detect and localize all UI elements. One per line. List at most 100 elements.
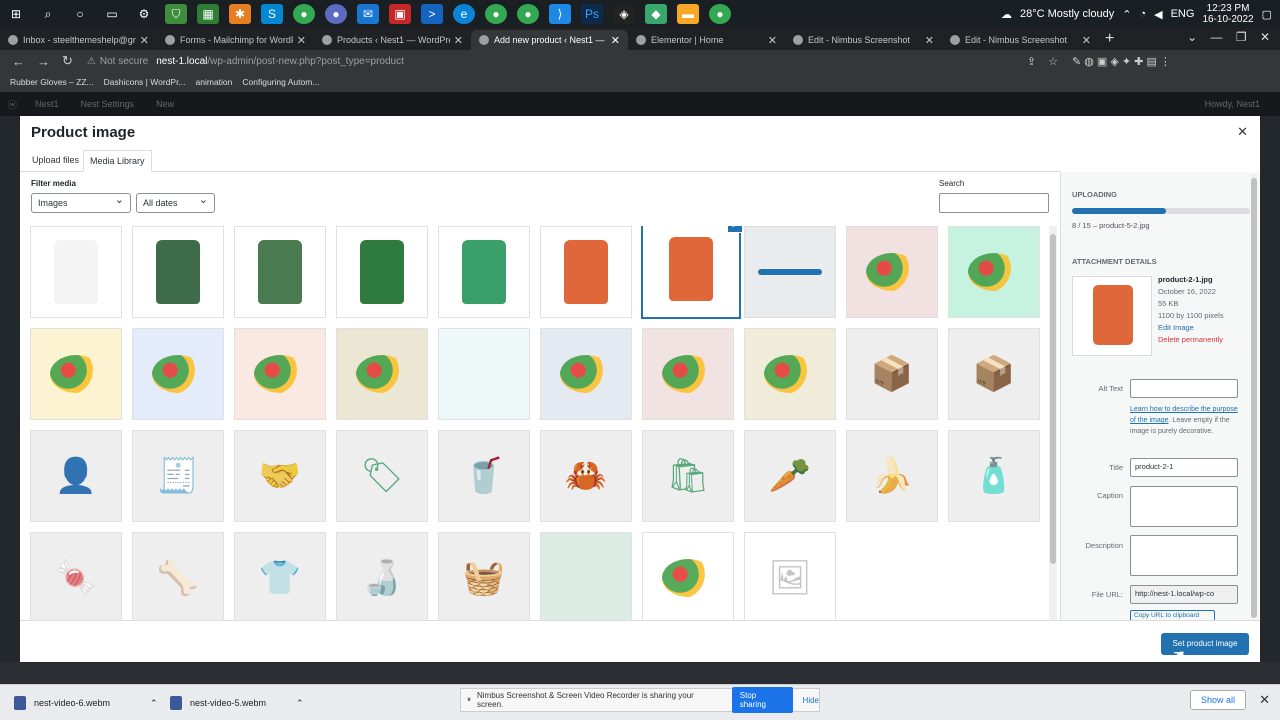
tab-close-icon[interactable]: ✕ bbox=[454, 34, 463, 47]
bookmark-star-icon[interactable]: ☆ bbox=[1048, 55, 1058, 68]
attachment-item[interactable] bbox=[540, 328, 632, 420]
close-downloads-icon[interactable]: ✕ bbox=[1259, 692, 1270, 708]
alt-text-input[interactable] bbox=[1130, 379, 1238, 398]
browser-tab-1[interactable]: Forms - Mailchimp for WordPre ✕ bbox=[157, 30, 314, 50]
browser-tab-2[interactable]: Products ‹ Nest1 — WordPress ✕ bbox=[314, 30, 471, 50]
delete-permanently-link[interactable]: Delete permanently bbox=[1158, 335, 1223, 344]
admin-new[interactable]: New bbox=[156, 99, 174, 109]
attachment-item[interactable] bbox=[336, 328, 428, 420]
attachment-item[interactable] bbox=[948, 226, 1040, 318]
tab-close-icon[interactable]: ✕ bbox=[140, 34, 149, 47]
attachment-item[interactable]: 🛍 bbox=[642, 430, 734, 522]
attachment-item[interactable] bbox=[132, 328, 224, 420]
bookmark-2[interactable]: animation bbox=[196, 77, 233, 87]
language-indicator[interactable]: ENG bbox=[1171, 8, 1195, 20]
tray-chevron-icon[interactable]: ⌃ bbox=[1122, 8, 1131, 21]
bookmark-1[interactable]: Dashicons | WordPr... bbox=[104, 77, 186, 87]
settings-gear-icon[interactable]: ⚙ bbox=[133, 4, 155, 24]
attachment-item[interactable] bbox=[234, 328, 326, 420]
app-green-diamond-icon[interactable]: ◆ bbox=[645, 4, 667, 24]
bookmark-3[interactable]: Configuring Autom... bbox=[242, 77, 319, 87]
attachment-item[interactable]: 🧾 bbox=[132, 430, 224, 522]
attachment-item[interactable] bbox=[30, 226, 122, 318]
calendar-app-icon[interactable]: ▦ bbox=[197, 4, 219, 24]
attachment-item[interactable]: 👕 bbox=[234, 532, 326, 620]
close-icon[interactable]: ✕ bbox=[1237, 124, 1248, 140]
powershell-icon[interactable]: > bbox=[421, 4, 443, 24]
window-controls[interactable]: ⌄ — ❐ ✕ bbox=[1187, 30, 1270, 44]
tab-close-icon[interactable]: ✕ bbox=[1082, 34, 1091, 47]
tab-upload-files[interactable]: Upload files bbox=[26, 150, 85, 172]
windows-start-icon[interactable]: ⊞ bbox=[5, 4, 27, 24]
edit-image-link[interactable]: Edit Image bbox=[1158, 323, 1194, 332]
attachment-item[interactable] bbox=[744, 328, 836, 420]
task-view-icon[interactable]: ▭ bbox=[101, 4, 123, 24]
admin-site-name[interactable]: Nest1 bbox=[35, 99, 59, 109]
forward-icon[interactable]: → bbox=[37, 54, 50, 69]
tab-media-library[interactable]: Media Library bbox=[83, 150, 152, 172]
attachment-item[interactable]: 🍬 bbox=[30, 532, 122, 620]
search-input[interactable] bbox=[939, 193, 1049, 213]
attachment-item[interactable]: 🏷 bbox=[336, 430, 428, 522]
grid-scrollbar[interactable] bbox=[1049, 226, 1057, 620]
tab-close-icon[interactable]: ✕ bbox=[297, 34, 306, 47]
download-item-1[interactable]: nest-video-6.webm ⌃ bbox=[14, 685, 158, 720]
search-icon[interactable]: ⌕ bbox=[37, 4, 59, 24]
mail-icon[interactable]: ✉ bbox=[357, 4, 379, 24]
app-purple-icon[interactable]: ● bbox=[325, 4, 347, 24]
cortana-icon[interactable]: ○ bbox=[69, 4, 91, 24]
attachment-item[interactable]: 🤝 bbox=[234, 430, 326, 522]
attachment-item[interactable] bbox=[642, 532, 734, 620]
attachment-item[interactable] bbox=[438, 328, 530, 420]
app-orange-icon[interactable]: ✱ bbox=[229, 4, 251, 24]
filter-date-select[interactable]: All dates bbox=[136, 191, 215, 213]
attachment-item[interactable]: 📦 bbox=[948, 328, 1040, 420]
download-item-2[interactable]: nest-video-5.webm ⌃ bbox=[170, 685, 304, 720]
browser-tab-3[interactable]: Add new product ‹ Nest1 — Wo ✕ bbox=[471, 30, 628, 50]
browser-tab-4[interactable]: Elementor | Home ✕ bbox=[628, 30, 785, 50]
attachment-item[interactable]: 🍶 bbox=[336, 532, 428, 620]
attachment-item[interactable] bbox=[336, 226, 428, 318]
chrome-active-icon[interactable]: ● bbox=[709, 4, 731, 24]
title-input[interactable]: product-2-1 bbox=[1130, 458, 1238, 477]
attachment-item[interactable]: 🦴 bbox=[132, 532, 224, 620]
sidebar-scrollbar[interactable] bbox=[1251, 174, 1257, 618]
attachment-item[interactable]: 🥤 bbox=[438, 430, 530, 522]
attachment-item[interactable]: 👤 bbox=[30, 430, 122, 522]
attachment-item[interactable] bbox=[846, 226, 938, 318]
attachment-item[interactable] bbox=[438, 226, 530, 318]
url-field[interactable]: ⚠ Not secure nest-1.local /wp-admin/post… bbox=[87, 52, 1017, 70]
bookmark-0[interactable]: Rubber Gloves – ZZ... bbox=[10, 77, 94, 87]
selected-check-icon[interactable]: ✓ bbox=[727, 226, 743, 233]
browser-tab-6[interactable]: Edit - Nimbus Screenshot ✕ bbox=[942, 30, 1099, 50]
tab-close-icon[interactable]: ✕ bbox=[768, 34, 777, 47]
attachment-item[interactable] bbox=[30, 328, 122, 420]
chrome-icon-2[interactable]: ● bbox=[485, 4, 507, 24]
extensions-icon[interactable]: ✎ ◍ ▣ ◈ ✦ ✚ ▤ ⋮ bbox=[1072, 55, 1171, 68]
tab-close-icon[interactable]: ✕ bbox=[611, 34, 620, 47]
attachment-item[interactable]: 🥕 bbox=[744, 430, 836, 522]
security-shield-icon[interactable]: ⛉ bbox=[165, 4, 187, 24]
chevron-up-icon-2[interactable]: ⌃ bbox=[296, 698, 304, 709]
attachment-item[interactable]: 🖼 bbox=[744, 532, 836, 620]
chrome-icon-3[interactable]: ● bbox=[517, 4, 539, 24]
caption-textarea[interactable] bbox=[1130, 486, 1238, 527]
chevron-up-icon[interactable]: ⌃ bbox=[150, 698, 158, 709]
attachment-item[interactable] bbox=[132, 226, 224, 318]
stop-sharing-button[interactable]: Stop sharing bbox=[731, 687, 793, 713]
show-all-button[interactable]: Show all bbox=[1189, 690, 1246, 710]
share-icon[interactable]: ⇪ bbox=[1027, 55, 1036, 68]
attachment-item[interactable] bbox=[744, 226, 836, 318]
photoshop-icon[interactable]: Ps bbox=[581, 4, 603, 24]
file-explorer-icon[interactable]: ▬ bbox=[677, 4, 699, 24]
wordpress-logo-icon[interactable]: ⓦ bbox=[8, 98, 17, 111]
figma-icon[interactable]: ◈ bbox=[613, 4, 635, 24]
chrome-icon[interactable]: ● bbox=[293, 4, 315, 24]
attachment-item[interactable]: ✓ bbox=[645, 226, 743, 315]
notification-icon[interactable]: ▢ bbox=[1262, 8, 1272, 21]
back-icon[interactable]: ← bbox=[12, 54, 25, 69]
file-url-input[interactable]: http://nest-1.local/wp-co bbox=[1130, 585, 1238, 604]
vscode-icon[interactable]: ⟩ bbox=[549, 4, 571, 24]
filter-type-select[interactable]: Images bbox=[31, 191, 131, 213]
attachment-item[interactable]: 🧺 bbox=[438, 532, 530, 620]
